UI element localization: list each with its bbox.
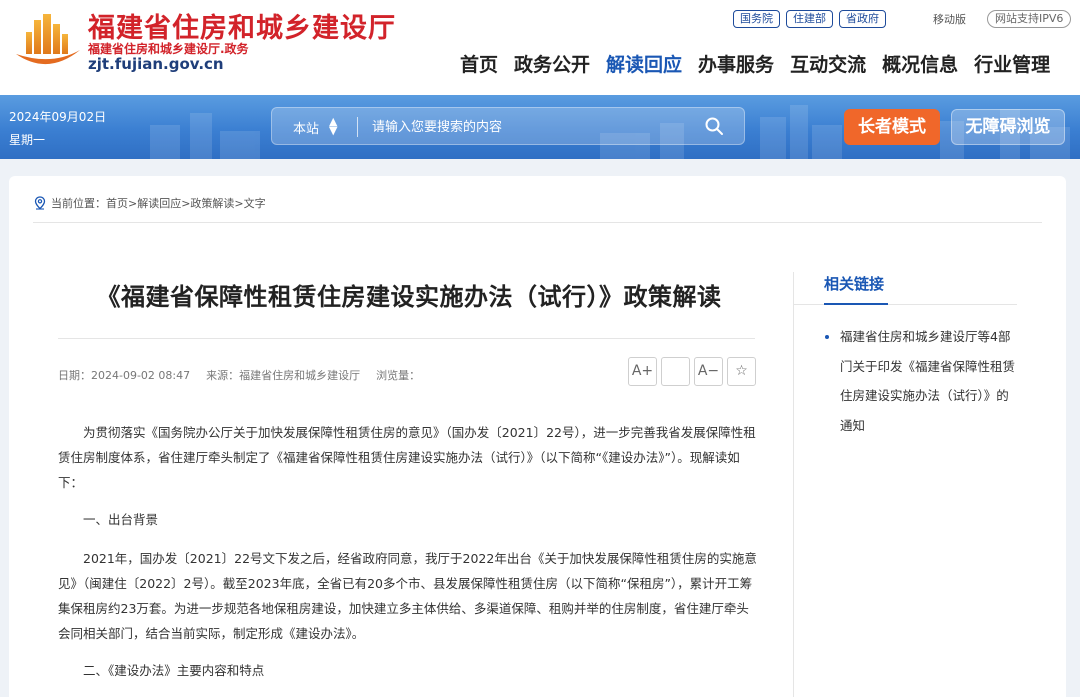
link-provincial-gov[interactable]: 省政府 bbox=[839, 10, 886, 28]
search-input[interactable] bbox=[372, 116, 692, 138]
font-decrease-button[interactable]: A− bbox=[694, 357, 723, 386]
breadcrumb-divider bbox=[33, 222, 1042, 223]
site-domain: zjt.fujian.gov.cn bbox=[88, 55, 224, 73]
search-icon[interactable] bbox=[704, 116, 724, 136]
site-logo-icon[interactable] bbox=[12, 10, 84, 70]
link-ministry-housing[interactable]: 住建部 bbox=[786, 10, 833, 28]
nav-government-affairs[interactable]: 政务公开 bbox=[514, 50, 590, 77]
sidebar-divider bbox=[793, 272, 794, 697]
related-links-list: 福建省住房和城乡建设厅等4部门关于印发《福建省保障性租赁住房建设实施办法（试行）… bbox=[824, 322, 1020, 440]
reading-tools: A+ A− ☆ bbox=[628, 357, 756, 386]
section-heading-background: 一、出台背景 bbox=[83, 512, 159, 527]
favorite-star-icon[interactable]: ☆ bbox=[727, 357, 756, 386]
elder-mode-button[interactable]: 长者模式 bbox=[844, 109, 940, 145]
section-heading-content: 二、《建设办法》主要内容和特点 bbox=[83, 663, 265, 678]
font-increase-button[interactable]: A+ bbox=[628, 357, 657, 386]
location-pin-icon bbox=[34, 196, 46, 210]
related-links-title: 相关链接 bbox=[824, 275, 885, 293]
search-divider bbox=[357, 117, 358, 137]
nav-services[interactable]: 办事服务 bbox=[698, 50, 774, 77]
banner: 2024年09月02日 星期一 本站 ▲▼ 长者模式 无障碍浏览 bbox=[0, 95, 1080, 159]
site-header: 福建省住房和城乡建设厅 福建省住房和城乡建设厅.政务 zjt.fujian.go… bbox=[0, 0, 1080, 95]
nav-overview[interactable]: 概况信息 bbox=[882, 50, 958, 77]
nav-interpretation[interactable]: 解读回应 bbox=[606, 50, 682, 77]
search-scope-select[interactable]: 本站 bbox=[293, 118, 319, 137]
current-date: 2024年09月02日 bbox=[9, 110, 107, 124]
accessible-browse-button[interactable]: 无障碍浏览 bbox=[951, 109, 1065, 145]
current-weekday: 星期一 bbox=[9, 133, 46, 147]
nav-industry[interactable]: 行业管理 bbox=[974, 50, 1050, 77]
scope-updown-icon[interactable]: ▲ ▼ bbox=[329, 116, 337, 136]
breadcrumb: 当前位置：首页>解读回应>政策解读>文字 bbox=[33, 195, 266, 211]
related-link-item[interactable]: 福建省住房和城乡建设厅等4部门关于印发《福建省保障性租赁住房建设实施办法（试行）… bbox=[824, 322, 1020, 440]
article-source: 来源：福建省住房和城乡建设厅 bbox=[206, 369, 361, 382]
search-bar: 本站 ▲ ▼ bbox=[271, 107, 745, 145]
mobile-version-link[interactable]: 移动版 bbox=[933, 11, 966, 27]
paragraph-intro: 为贯彻落实《国务院办公厅关于加快发展保障性租赁住房的意见》（国办发〔2021〕2… bbox=[58, 425, 756, 490]
paragraph-background: 2021年，国办发〔2021〕22号文下发之后，经省政府同意，我厅于2022年出… bbox=[58, 551, 757, 641]
article-body: 为贯彻落实《国务院办公厅关于加快发展保障性租赁住房的意见》（国办发〔2021〕2… bbox=[58, 420, 758, 697]
font-reset-button[interactable] bbox=[661, 357, 690, 386]
nav-home[interactable]: 首页 bbox=[460, 50, 498, 77]
article-meta: 日期：2024-09-02 08:47 来源：福建省住房和城乡建设厅 浏览量： bbox=[58, 367, 420, 383]
view-count: 浏览量： bbox=[376, 369, 421, 382]
related-links-underline bbox=[824, 303, 888, 305]
title-divider bbox=[58, 338, 755, 339]
nav-interaction[interactable]: 互动交流 bbox=[790, 50, 866, 77]
top-links: 国务院 住建部 省政府 bbox=[733, 10, 886, 28]
content-card: 当前位置：首页>解读回应>政策解读>文字 《福建省保障性租赁住房建设实施办法（试… bbox=[9, 176, 1066, 697]
publish-date: 日期：2024-09-02 08:47 bbox=[58, 369, 191, 382]
breadcrumb-text[interactable]: 当前位置：首页>解读回应>政策解读>文字 bbox=[51, 195, 266, 211]
main-nav: 首页 政务公开 解读回应 办事服务 互动交流 概况信息 行业管理 bbox=[460, 50, 1050, 77]
ipv6-badge: 网站支持IPV6 bbox=[987, 10, 1072, 28]
article-title: 《福建省保障性租赁住房建设实施办法（试行）》政策解读 bbox=[96, 283, 722, 311]
link-state-council[interactable]: 国务院 bbox=[733, 10, 780, 28]
